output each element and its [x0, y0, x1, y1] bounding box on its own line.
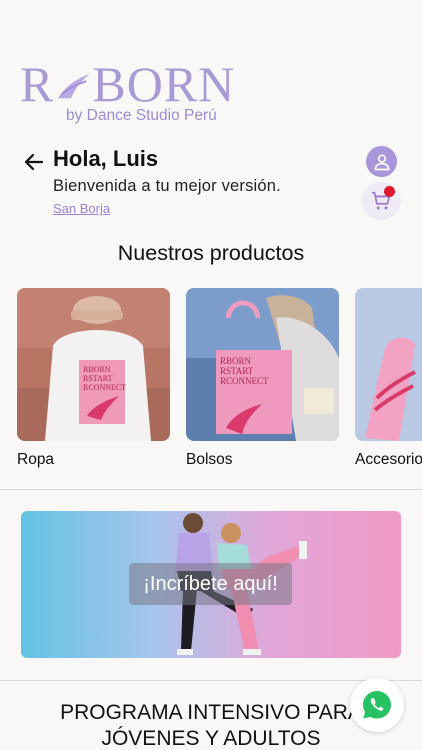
- profile-button[interactable]: [366, 146, 397, 177]
- product-label: Bolsos: [186, 451, 233, 468]
- svg-text:RBORN: RBORN: [83, 365, 111, 374]
- location-link[interactable]: San Borja: [53, 201, 110, 216]
- print-text: RBORN RSTART RCONNECT: [220, 356, 269, 386]
- signup-cta-button[interactable]: ¡Incríbete aquí!: [129, 563, 292, 605]
- svg-text:RCONNECT: RCONNECT: [83, 383, 126, 392]
- divider: [0, 489, 422, 490]
- logo-wordmark: R BORN: [20, 58, 235, 110]
- product-image-bolsos: RBORN RSTART RCONNECT: [186, 288, 339, 441]
- product-label: Ropa: [17, 451, 55, 468]
- svg-text:RBORN: RBORN: [220, 356, 252, 366]
- products-title: Nuestros productos: [117, 241, 305, 265]
- svg-text:RSTART: RSTART: [220, 366, 254, 376]
- user-icon: [373, 154, 390, 170]
- program-title-line2: JÓVENES Y ADULTOS: [101, 727, 321, 750]
- product-card-ropa[interactable]: RBORN RSTART RCONNECT Ropa: [17, 288, 170, 469]
- product-image-accesorios: [355, 288, 422, 441]
- logo-letter-r: R: [20, 56, 55, 112]
- welcome-message: Bienvenida a tu mejor versión.: [53, 177, 281, 195]
- products-carousel[interactable]: RBORN RSTART RCONNECT Ropa RBORN RSTART: [0, 288, 422, 478]
- logo-subtitle: by Dance Studio Perú: [66, 107, 217, 124]
- logo-rest: BORN: [92, 56, 236, 112]
- svg-text:RCONNECT: RCONNECT: [220, 376, 269, 386]
- cart-badge: [384, 186, 395, 197]
- brand-logo: R BORN by Dance Studio Perú: [20, 58, 234, 128]
- print-text: RBORN RSTART RCONNECT: [83, 365, 126, 392]
- product-label: Accesorios: [355, 451, 422, 468]
- wing-icon: [58, 73, 91, 99]
- svg-text:RSTART: RSTART: [83, 374, 113, 383]
- whatsapp-icon: [363, 691, 391, 719]
- product-card-bolsos[interactable]: RBORN RSTART RCONNECT Bolsos: [186, 288, 339, 469]
- divider: [0, 680, 422, 681]
- cart-button[interactable]: [361, 182, 401, 220]
- arrow-left-icon: [24, 153, 44, 171]
- product-image-ropa: RBORN RSTART RCONNECT: [17, 288, 170, 441]
- signup-banner[interactable]: ¡Incríbete aquí!: [21, 511, 401, 658]
- whatsapp-button[interactable]: [350, 678, 404, 732]
- product-card-accesorios[interactable]: Accesorios: [355, 288, 422, 469]
- back-button[interactable]: [22, 150, 46, 174]
- greeting-title: Hola, Luis: [53, 146, 159, 171]
